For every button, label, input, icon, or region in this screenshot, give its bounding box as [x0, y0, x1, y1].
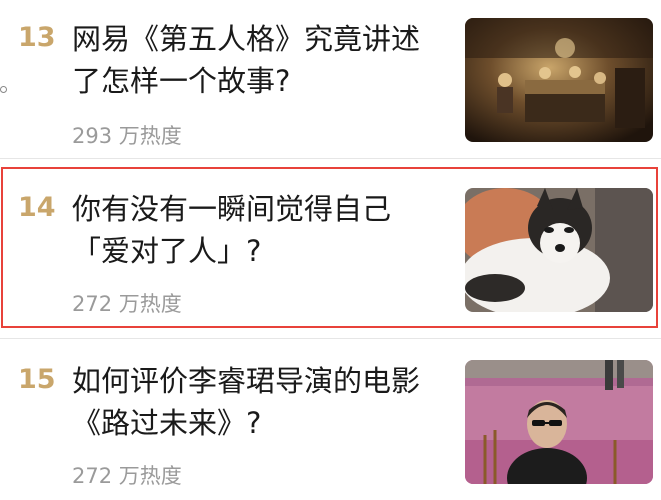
title-line-2: 「爱对了人」?: [72, 234, 262, 268]
title-line-1: 网易《第五人格》究竟讲述: [72, 22, 421, 56]
divider: [0, 338, 661, 339]
husky-dog-image[interactable]: [465, 188, 653, 312]
question-title[interactable]: 网易《第五人格》究竟讲述 了怎样一个故事?: [72, 18, 452, 102]
hot-list-item-13[interactable]: 13 网易《第五人格》究竟讲述 了怎样一个故事? 293 万热度: [0, 0, 661, 158]
heat-count: 272 万热度: [72, 464, 182, 488]
red-carpet-man-image[interactable]: [465, 360, 653, 484]
rank-number: 13: [18, 22, 56, 53]
question-title[interactable]: 你有没有一瞬间觉得自己 「爱对了人」?: [72, 188, 452, 272]
heat-count: 272 万热度: [72, 292, 182, 316]
hot-list-item-14[interactable]: 14 你有没有一瞬间觉得自己 「爱对了人」? 272 万热度: [0, 168, 661, 326]
title-line-1: 如何评价李睿珺导演的电影: [72, 364, 421, 398]
title-line-2: 了怎样一个故事?: [72, 64, 291, 98]
hot-list: 13 网易《第五人格》究竟讲述 了怎样一个故事? 293 万热度 14 你有没有…: [0, 0, 661, 500]
divider: [0, 158, 661, 159]
heat-count: 293 万热度: [72, 124, 182, 148]
game-dinner-scene-image[interactable]: [465, 18, 653, 142]
question-title[interactable]: 如何评价李睿珺导演的电影 《路过未来》?: [72, 360, 452, 444]
title-line-2: 《路过未来》?: [72, 406, 262, 440]
rank-number: 14: [18, 192, 56, 223]
title-line-1: 你有没有一瞬间觉得自己: [72, 192, 392, 226]
rank-number: 15: [18, 364, 56, 395]
hot-list-item-15[interactable]: 15 如何评价李睿珺导演的电影 《路过未来》? 272 万热度: [0, 342, 661, 500]
